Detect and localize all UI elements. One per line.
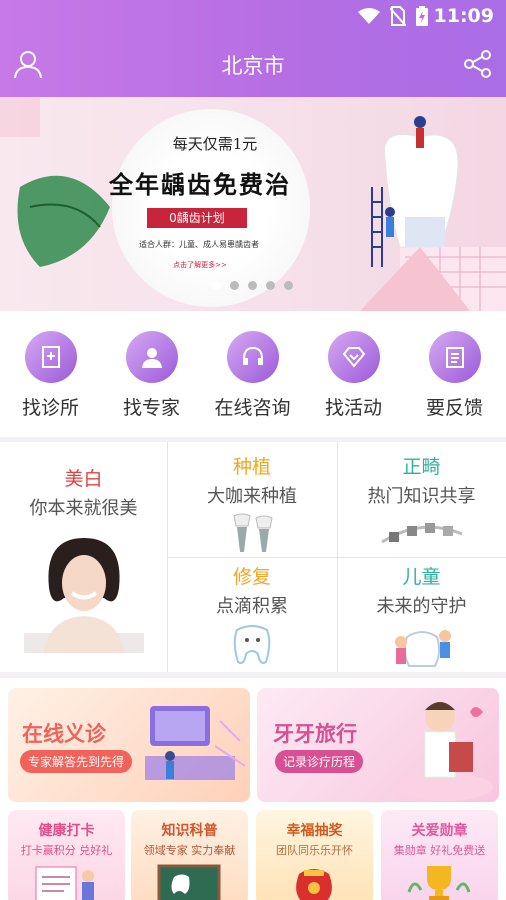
menu-label: 找诊所 [21, 397, 79, 419]
braces-icon [380, 523, 463, 544]
menu-item-feedback[interactable]: 要反馈 [404, 331, 505, 420]
service-title: 种植 [232, 456, 271, 478]
online-clinic-illustration [145, 706, 246, 780]
smiling-woman-image [23, 538, 144, 653]
carousel-dot[interactable] [248, 281, 257, 290]
medal-card[interactable]: 关爱勋章 集勋章 好礼免费送 [381, 810, 498, 900]
tooth-travel-card[interactable]: 牙牙旅行 记录诊疗历程 [257, 688, 499, 802]
battery-charging-icon [416, 6, 428, 26]
carousel-dot[interactable] [212, 281, 221, 290]
clinic-icon [24, 331, 77, 383]
card-tag: 记录诊疗历程 [275, 750, 364, 773]
diamond-icon [327, 331, 380, 383]
no-sim-icon [390, 6, 406, 26]
trophy-illustration [407, 866, 471, 900]
promo-banner[interactable]: 每天仅需1元 全年龋齿免费治 0龋齿计划 适合人群：儿童、成人易患龋齿者 点击了… [0, 97, 506, 311]
menu-item-activity[interactable]: 找活动 [303, 331, 404, 420]
children-icon [394, 630, 451, 667]
doctor-illustration [397, 702, 493, 801]
service-subtitle: 点滴积累 [216, 596, 288, 617]
card-title: 关爱勋章 [411, 823, 468, 839]
headset-icon [226, 331, 279, 383]
blackboard-illustration [157, 864, 221, 900]
menu-item-expert[interactable]: 找专家 [101, 331, 202, 420]
menu-item-clinic[interactable]: 找诊所 [0, 331, 101, 420]
banner-cta[interactable]: 点击了解更多>> [150, 260, 250, 270]
service-repair[interactable]: 修复 点滴积累 [167, 562, 337, 671]
banner-plan-badge: 0龋齿计划 [147, 208, 247, 228]
banner-price: 每天仅需1元 [172, 135, 258, 153]
quick-menu: 找诊所 找专家 在线咨询 找活动 要反馈 [0, 311, 506, 437]
card-subtitle: 领域专家 实力奉献 [143, 844, 236, 857]
menu-label: 找活动 [324, 397, 382, 419]
service-title: 儿童 [402, 566, 441, 588]
checkin-illustration [35, 866, 94, 900]
share-icon [464, 50, 491, 78]
service-subtitle: 大咖来种植 [207, 486, 297, 507]
service-whitening[interactable]: 美白 你本来就很美 [0, 464, 167, 657]
card-tag: 专家解答先到先得 [20, 750, 133, 773]
card-subtitle: 集勋章 好礼免费送 [393, 844, 486, 857]
card-title: 健康打卡 [38, 823, 95, 839]
service-title: 正畸 [402, 456, 441, 478]
lottery-card[interactable]: 幸福抽奖 团队同乐乐开怀 [256, 810, 373, 900]
tooth-icon [233, 625, 271, 664]
service-implant[interactable]: 种植 大咖来种植 [167, 452, 337, 561]
service-grid: 美白 你本来就很美 种植 大咖来种植 正畸 热门知识共享 修复 点滴积累 儿童 … [0, 442, 506, 672]
carousel-dot[interactable] [230, 281, 239, 290]
health-checkin-card[interactable]: 健康打卡 打卡赢积分 兑好礼 [8, 810, 125, 900]
menu-label: 要反馈 [425, 397, 483, 419]
city-title[interactable]: 北京市 [0, 50, 506, 80]
card-title: 在线义诊 [22, 722, 106, 746]
service-title: 美白 [64, 468, 103, 490]
carousel-dot[interactable] [266, 281, 275, 290]
share-button[interactable] [462, 48, 494, 80]
promo-section: 在线义诊 专家解答先到先得 牙牙旅行 记录诊疗历程 健康打卡 打卡赢积分 兑好礼… [0, 678, 506, 900]
card-title: 牙牙旅行 [273, 722, 357, 746]
online-clinic-card[interactable]: 在线义诊 专家解答先到先得 [8, 688, 250, 802]
card-subtitle: 团队同乐乐开怀 [276, 844, 353, 857]
lucky-bag-illustration [296, 869, 332, 900]
service-subtitle: 你本来就很美 [29, 498, 138, 519]
card-subtitle: 打卡赢积分 兑好礼 [20, 844, 113, 857]
app-screen: 11:09 北京市 每天仅需1元 全年龋齿免费治 0龋齿计划 适合人群：儿童、成… [0, 0, 506, 900]
status-bar: 11:09 [0, 0, 506, 32]
service-subtitle: 热门知识共享 [367, 486, 476, 507]
status-icons [358, 6, 428, 26]
card-title: 知识科普 [161, 823, 218, 839]
header: 11:09 北京市 [0, 0, 506, 97]
menu-label: 找专家 [122, 397, 180, 419]
status-time: 11:09 [433, 5, 494, 27]
service-ortho[interactable]: 正畸 热门知识共享 [337, 452, 506, 561]
service-children[interactable]: 儿童 未来的守护 [337, 562, 506, 671]
carousel-dots[interactable] [212, 281, 293, 290]
card-title: 幸福抽奖 [286, 823, 343, 839]
implant-icon [233, 513, 273, 552]
banner-note: 适合人群：儿童、成人易患龋齿者 [139, 240, 259, 249]
clipboard-icon [428, 331, 481, 383]
carousel-dot[interactable] [284, 281, 293, 290]
banner-headline: 全年龋齿免费治 [109, 170, 291, 199]
service-subtitle: 未来的守护 [376, 596, 467, 617]
menu-label: 在线咨询 [214, 397, 291, 419]
wifi-icon [358, 8, 380, 24]
doctor-icon [125, 331, 178, 383]
knowledge-card[interactable]: 知识科普 领域专家 实力奉献 [131, 810, 248, 900]
menu-item-consult[interactable]: 在线咨询 [202, 331, 303, 420]
service-title: 修复 [232, 566, 271, 588]
